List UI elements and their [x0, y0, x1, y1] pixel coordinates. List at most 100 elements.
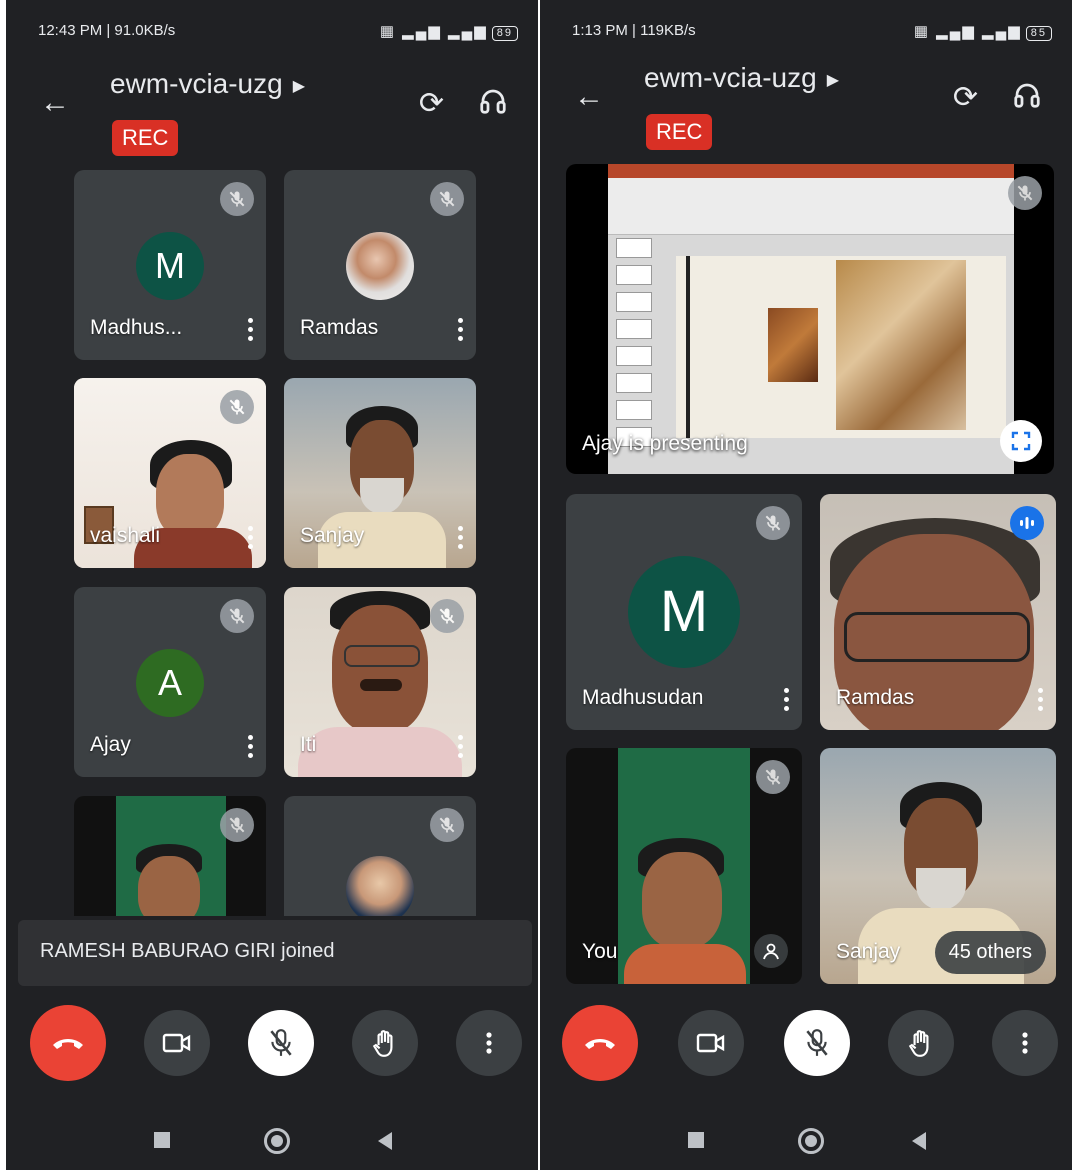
status-icons: ▦ ▂▄▆ ▂▄▆ 85	[914, 22, 1052, 41]
mic-off-icon	[270, 1029, 292, 1056]
meeting-title[interactable]: ewm-vcia-uzg ▶	[644, 62, 839, 94]
chevron-right-icon: ▶	[826, 71, 840, 89]
meeting-title[interactable]: ewm-vcia-uzg ▶	[110, 68, 305, 100]
participant-tile[interactable]: M Madhusudan	[566, 494, 802, 730]
more-vert-icon[interactable]	[248, 318, 254, 342]
avatar	[346, 232, 414, 300]
end-call-icon	[585, 1039, 615, 1049]
recents-nav-icon[interactable]	[154, 1132, 170, 1148]
others-count-badge[interactable]: 45 others	[934, 931, 1046, 974]
more-vert-icon	[486, 1032, 492, 1054]
participant-name: Ajay	[90, 733, 131, 756]
mic-button[interactable]	[784, 1010, 850, 1076]
more-vert-icon[interactable]	[248, 526, 254, 550]
headphones-icon[interactable]	[478, 86, 508, 116]
battery-icon: 85	[1025, 26, 1052, 41]
camera-button[interactable]	[144, 1010, 210, 1076]
participant-name: Sanjay	[836, 940, 901, 963]
back-arrow-icon[interactable]: ←	[574, 80, 604, 114]
system-nav-bar	[6, 1120, 538, 1160]
meeting-code: ewm-vcia-uzg	[644, 62, 817, 93]
status-icons: ▦ ▂▄▆ ▂▄▆ 89	[380, 22, 518, 41]
participant-name: Ramdas	[300, 316, 379, 339]
fullscreen-button[interactable]	[1000, 420, 1042, 462]
status-bar: 1:13 PM | 119KB/s ▦ ▂▄▆ ▂▄▆ 85	[572, 18, 1052, 46]
status-bar: 12:43 PM | 91.0KB/s ▦ ▂▄▆ ▂▄▆ 89	[38, 18, 518, 46]
mic-off-icon	[756, 760, 790, 794]
participant-name: You	[582, 940, 618, 963]
raise-hand-icon	[908, 1030, 929, 1057]
camera-flip-icon[interactable]: ⟳	[419, 86, 444, 121]
participant-tile[interactable]	[74, 796, 266, 916]
meeting-header: ← ewm-vcia-uzg ▶ REC ⟳	[540, 56, 1072, 166]
background-effects-icon[interactable]	[754, 934, 788, 968]
join-notification-text: RAMESH BABURAO GIRI joined	[40, 940, 335, 962]
system-nav-bar	[540, 1120, 1072, 1160]
participant-tile[interactable]: A Ajay	[74, 587, 266, 777]
phone-screen-right: 1:13 PM | 119KB/s ▦ ▂▄▆ ▂▄▆ 85 ← ewm-vcia…	[540, 0, 1072, 1170]
participant-tile[interactable]: Iti	[284, 587, 476, 777]
more-vert-icon	[1022, 1032, 1028, 1054]
presentation-tile[interactable]: Ajay is presenting	[566, 164, 1054, 474]
recents-nav-icon[interactable]	[688, 1132, 704, 1148]
participant-name: Ramdas	[836, 686, 915, 709]
camera-flip-icon[interactable]: ⟳	[953, 80, 978, 115]
raise-hand-button[interactable]	[352, 1010, 418, 1076]
participant-tile[interactable]: M Madhus...	[74, 170, 266, 360]
participant-name: Madhus...	[90, 316, 183, 339]
participant-name: Iti	[300, 733, 317, 756]
more-options-button[interactable]	[456, 1010, 522, 1076]
headphones-icon[interactable]	[1012, 80, 1042, 110]
participant-tile[interactable]: Sanjay 45 others	[820, 748, 1056, 984]
back-nav-icon[interactable]	[912, 1132, 926, 1150]
mic-off-icon	[430, 599, 464, 633]
status-time: 1:13 PM | 119KB/s	[572, 22, 696, 39]
speaking-icon	[1010, 506, 1044, 540]
participant-name: Sanjay	[300, 524, 365, 547]
participant-tile[interactable]: Ramdas	[820, 494, 1056, 730]
more-vert-icon[interactable]	[458, 318, 464, 342]
mic-off-icon	[1008, 176, 1042, 210]
participant-name: vaishali	[90, 524, 161, 547]
camera-icon	[696, 1033, 725, 1053]
mic-off-icon	[430, 182, 464, 216]
participant-tile[interactable]: Sanjay	[284, 378, 476, 568]
end-call-button[interactable]	[562, 1005, 638, 1081]
fullscreen-icon	[1011, 431, 1031, 451]
more-vert-icon[interactable]	[784, 688, 790, 712]
chevron-right-icon: ▶	[292, 77, 306, 95]
phone-screen-left: 12:43 PM | 91.0KB/s ▦ ▂▄▆ ▂▄▆ 89 ← ewm-vc…	[6, 0, 538, 1170]
avatar: M	[628, 556, 740, 668]
mic-button[interactable]	[248, 1010, 314, 1076]
more-options-button[interactable]	[992, 1010, 1058, 1076]
back-nav-icon[interactable]	[378, 1132, 392, 1150]
home-nav-icon[interactable]	[264, 1128, 290, 1154]
meeting-header: ← ewm-vcia-uzg ▶ REC ⟳	[6, 62, 538, 172]
mic-off-icon	[220, 599, 254, 633]
mic-off-icon	[806, 1029, 828, 1056]
shared-screen	[608, 164, 1014, 474]
mic-off-icon	[220, 182, 254, 216]
meeting-code: ewm-vcia-uzg	[110, 68, 283, 99]
camera-button[interactable]	[678, 1010, 744, 1076]
raise-hand-button[interactable]	[888, 1010, 954, 1076]
mic-off-icon	[430, 808, 464, 842]
participant-tile[interactable]: vaishali	[74, 378, 266, 568]
avatar: M	[136, 232, 204, 300]
avatar: A	[136, 649, 204, 717]
more-vert-icon[interactable]	[248, 735, 254, 759]
mic-off-icon	[756, 506, 790, 540]
participant-tile[interactable]: Ramdas	[284, 170, 476, 360]
more-vert-icon[interactable]	[458, 526, 464, 550]
status-time: 12:43 PM | 91.0KB/s	[38, 22, 176, 39]
back-arrow-icon[interactable]: ←	[40, 86, 70, 120]
home-nav-icon[interactable]	[798, 1128, 824, 1154]
participant-tile[interactable]	[284, 796, 476, 916]
participant-tile[interactable]: You	[566, 748, 802, 984]
slide	[676, 256, 1006, 438]
end-call-button[interactable]	[30, 1005, 106, 1081]
more-vert-icon[interactable]	[1038, 688, 1044, 712]
presenting-caption: Ajay is presenting	[582, 432, 748, 455]
participant-name: Madhusudan	[582, 686, 704, 709]
more-vert-icon[interactable]	[458, 735, 464, 759]
